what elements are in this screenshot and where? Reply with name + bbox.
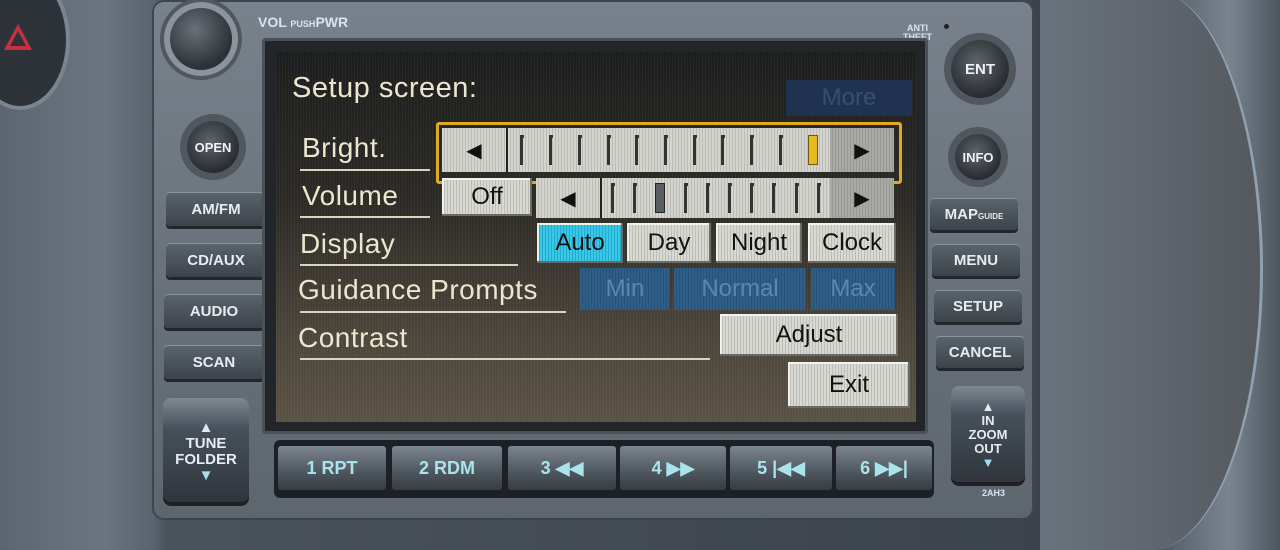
arrow-right-icon: ▶ [854, 139, 870, 162]
bright-underline [300, 169, 430, 171]
bright-slider[interactable]: ◀ ▶ [442, 128, 894, 172]
zoom-in-icon: ▲ [981, 399, 995, 414]
guidance-normal-button[interactable]: Normal [674, 268, 806, 310]
scan-button[interactable]: SCAN [164, 345, 264, 379]
slider-tick [816, 183, 821, 213]
zoom-out-icon: ▼ [981, 455, 995, 470]
slider-tick [611, 183, 616, 213]
slider-tick [794, 183, 799, 213]
slider-tick [549, 135, 554, 165]
arrow-left-icon: ◀ [466, 139, 482, 162]
menu-button[interactable]: MENU [932, 244, 1020, 276]
preset-3-rewind-button[interactable]: 3 ◀◀ [508, 446, 616, 490]
slider-tick [520, 135, 525, 165]
vol-pwr-label: VOL PUSHPWR [258, 14, 349, 30]
display-underline [300, 264, 518, 266]
guidance-underline [300, 311, 566, 313]
slider-tick [750, 183, 755, 213]
volume-slider[interactable]: ◀ ▶ [536, 178, 894, 218]
bright-increase-button[interactable]: ▶ [830, 128, 894, 172]
tune-up-icon: ▲ [198, 419, 214, 436]
tune-folder-rocker[interactable]: ▲ TUNE FOLDER ▼ [163, 398, 249, 502]
contrast-adjust-button[interactable]: Adjust [720, 314, 898, 356]
volume-label: Volume [302, 180, 399, 211]
preset-5-prev-track-button[interactable]: 5 |◀◀ [730, 446, 832, 490]
volume-increase-button[interactable]: ▶ [830, 178, 894, 218]
contrast-label: Contrast [298, 322, 408, 353]
dashboard-panel [1040, 0, 1263, 550]
map-guide-button[interactable]: MAP GUIDE [930, 198, 1018, 230]
more-button[interactable]: More [786, 80, 912, 116]
display-auto-button[interactable]: Auto [537, 223, 623, 263]
slider-tick [663, 135, 668, 165]
preset-1-rpt-button[interactable]: 1 RPT [278, 446, 386, 490]
slider-thumb[interactable] [807, 135, 818, 165]
anti-theft-led [944, 24, 949, 29]
display-clock-button[interactable]: Clock [808, 223, 896, 263]
hazard-icon [4, 24, 32, 50]
volume-off-button[interactable]: Off [442, 178, 532, 216]
guidance-min-button[interactable]: Min [580, 268, 670, 310]
volume-power-knob[interactable] [170, 8, 232, 70]
ent-knob[interactable]: ENT [951, 40, 1009, 98]
bright-track[interactable] [506, 128, 830, 172]
slider-tick [772, 183, 777, 213]
zoom-rocker[interactable]: ▲ IN ZOOM OUT ▼ [951, 386, 1025, 482]
slider-tick [635, 135, 640, 165]
preset-6-next-track-button[interactable]: 6 ▶▶| [836, 446, 932, 490]
model-code: 2AH3 [982, 488, 1006, 498]
slider-tick [606, 135, 611, 165]
arrow-right-icon: ▶ [854, 187, 870, 210]
slider-tick [778, 135, 783, 165]
guidance-max-button[interactable]: Max [811, 268, 895, 310]
slider-tick [728, 183, 733, 213]
am-fm-button[interactable]: AM/FM [166, 192, 266, 226]
display-day-button[interactable]: Day [627, 223, 711, 263]
slider-tick [705, 183, 710, 213]
info-button[interactable]: INFO [955, 134, 1001, 180]
contrast-underline [300, 358, 710, 360]
slider-tick [633, 183, 638, 213]
slider-tick [692, 135, 697, 165]
display-label: Display [300, 228, 396, 259]
guidance-prompts-label: Guidance Prompts [298, 274, 538, 305]
audio-button[interactable]: AUDIO [164, 294, 264, 328]
slider-tick [721, 135, 726, 165]
cd-aux-button[interactable]: CD/AUX [166, 243, 266, 277]
slider-tick [683, 183, 688, 213]
screen-title: Setup screen: [292, 72, 478, 104]
slider-tick [577, 135, 582, 165]
exit-button[interactable]: Exit [788, 362, 910, 408]
slider-tick [750, 135, 755, 165]
arrow-left-icon: ◀ [560, 187, 576, 210]
volume-track[interactable] [600, 178, 830, 218]
tune-down-icon: ▼ [198, 467, 214, 484]
bright-decrease-button[interactable]: ◀ [442, 128, 506, 172]
hazard-button[interactable] [0, 0, 70, 110]
bright-label: Bright. [302, 132, 387, 163]
preset-2-rdm-button[interactable]: 2 RDM [392, 446, 502, 490]
slider-thumb[interactable] [655, 183, 666, 213]
preset-4-forward-button[interactable]: 4 ▶▶ [620, 446, 726, 490]
open-button[interactable]: OPEN [187, 121, 239, 173]
volume-decrease-button[interactable]: ◀ [536, 178, 600, 218]
setup-button[interactable]: SETUP [934, 290, 1022, 322]
display-night-button[interactable]: Night [716, 223, 802, 263]
volume-underline [300, 216, 430, 218]
cancel-button[interactable]: CANCEL [936, 336, 1024, 368]
